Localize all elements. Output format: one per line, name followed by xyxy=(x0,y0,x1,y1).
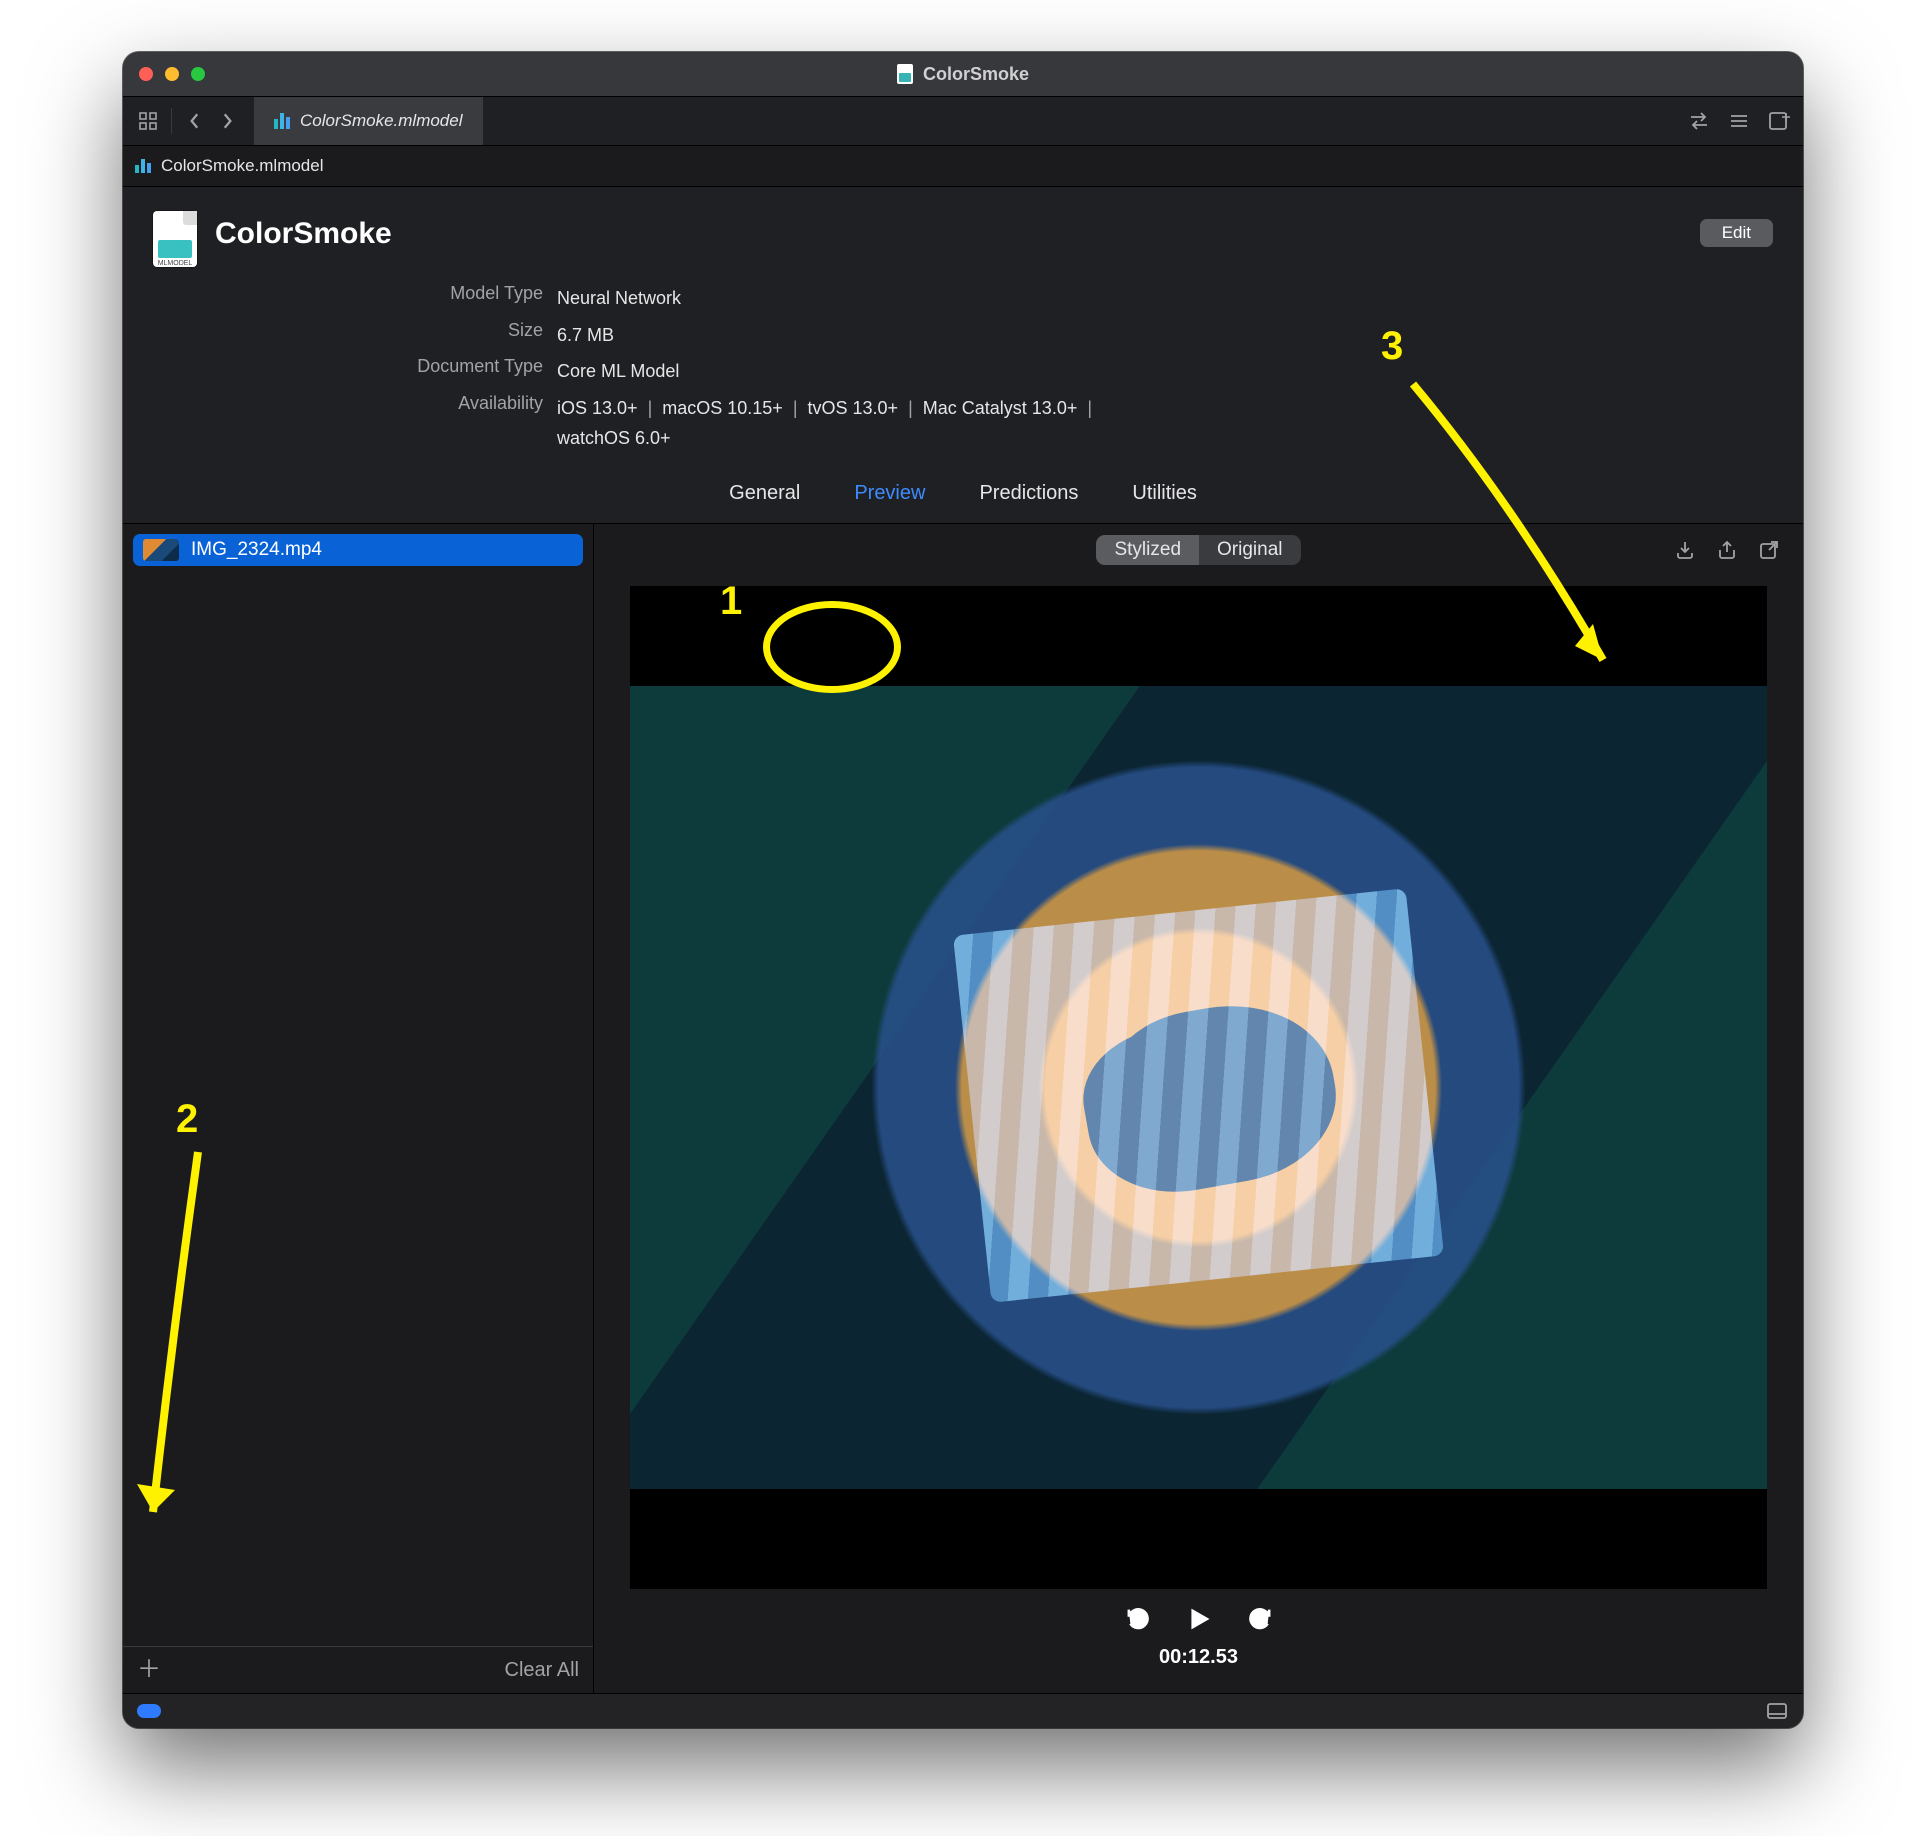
minimize-window-button[interactable] xyxy=(165,67,179,81)
info-label-doc-type: Document Type xyxy=(153,356,557,377)
list-item-label: IMG_2324.mp4 xyxy=(191,539,322,561)
file-tab-label: ColorSmoke.mlmodel xyxy=(300,111,463,131)
info-value-doc-type: Core ML Model xyxy=(557,356,679,387)
open-external-icon[interactable] xyxy=(1757,538,1781,562)
toolbar: ColorSmoke.mlmodel xyxy=(123,97,1803,146)
window-title-wrap: ColorSmoke xyxy=(897,64,1029,85)
annotation-arrow-3 xyxy=(1393,364,1653,694)
timecode: 00:12.53 xyxy=(1159,1646,1238,1669)
file-tab[interactable]: ColorSmoke.mlmodel xyxy=(254,97,483,145)
preview-image xyxy=(630,686,1767,1488)
info-value-size: 6.7 MB xyxy=(557,320,614,351)
mlmodel-icon xyxy=(897,64,913,84)
info-label-availability: Availability xyxy=(153,393,557,414)
info-label-size: Size xyxy=(153,320,557,341)
main-split: IMG_2324.mp4 ＋ Clear All Stylized Origin… xyxy=(123,524,1803,1693)
playback-controls: 00:12.53 xyxy=(594,1589,1803,1693)
zoom-window-button[interactable] xyxy=(191,67,205,81)
output-mode-segmented[interactable]: Stylized Original xyxy=(1096,535,1300,565)
sidebar-toggle-icon[interactable] xyxy=(1765,1699,1789,1723)
play-icon[interactable] xyxy=(1185,1605,1213,1636)
swap-icon[interactable] xyxy=(1687,109,1711,133)
sidebar-footer: ＋ Clear All xyxy=(123,1646,593,1693)
preview-actions xyxy=(1673,538,1781,562)
rewind-icon[interactable] xyxy=(1123,1605,1151,1636)
info-label-model-type: Model Type xyxy=(153,283,557,304)
status-indicator[interactable] xyxy=(137,1704,161,1718)
clear-all-button[interactable]: Clear All xyxy=(505,1659,579,1682)
model-title: ColorSmoke xyxy=(215,217,392,251)
tab-utilities[interactable]: Utilities xyxy=(1126,478,1202,509)
titlebar: ColorSmoke xyxy=(123,52,1803,97)
loop-icon[interactable] xyxy=(1247,1605,1275,1636)
segment-original[interactable]: Original xyxy=(1199,535,1300,565)
breadcrumb-file[interactable]: ColorSmoke.mlmodel xyxy=(161,156,324,176)
nav-back-button[interactable] xyxy=(182,108,208,134)
annotation-circle-1 xyxy=(763,601,901,693)
breadcrumb: ColorSmoke.mlmodel xyxy=(123,146,1803,187)
video-thumbnail xyxy=(143,539,179,561)
window-controls xyxy=(139,67,205,81)
download-icon[interactable] xyxy=(1673,538,1697,562)
edit-button[interactable]: Edit xyxy=(1700,219,1773,247)
segment-stylized[interactable]: Stylized xyxy=(1096,535,1199,565)
grid-icon[interactable] xyxy=(135,108,161,134)
preview-canvas xyxy=(630,586,1767,1589)
lines-icon[interactable] xyxy=(1727,109,1751,133)
tab-predictions[interactable]: Predictions xyxy=(973,478,1084,509)
share-icon[interactable] xyxy=(1715,538,1739,562)
nav-forward-button[interactable] xyxy=(214,108,240,134)
preview-pane: Stylized Original xyxy=(594,524,1803,1693)
window-title: ColorSmoke xyxy=(923,64,1029,85)
add-input-button[interactable]: ＋ xyxy=(137,1658,161,1682)
close-window-button[interactable] xyxy=(139,67,153,81)
mlmodel-bars-icon xyxy=(274,113,290,129)
status-bar xyxy=(123,1693,1803,1728)
add-panel-icon[interactable] xyxy=(1767,109,1791,133)
annotation-arrow-2 xyxy=(123,1132,263,1562)
info-value-model-type: Neural Network xyxy=(557,283,681,314)
list-item[interactable]: IMG_2324.mp4 xyxy=(133,534,583,566)
tab-general[interactable]: General xyxy=(723,478,806,509)
model-header: MLMODEL ColorSmoke Edit xyxy=(123,187,1803,273)
mlmodel-file-icon: MLMODEL xyxy=(153,211,197,267)
tab-preview[interactable]: Preview xyxy=(848,478,931,509)
app-window: ColorSmoke ColorSmoke.mlmodel xyxy=(123,52,1803,1728)
mlmodel-bars-icon xyxy=(135,159,151,173)
info-value-availability: iOS 13.0+|macOS 10.15+|tvOS 13.0+|Mac Ca… xyxy=(557,393,1102,454)
